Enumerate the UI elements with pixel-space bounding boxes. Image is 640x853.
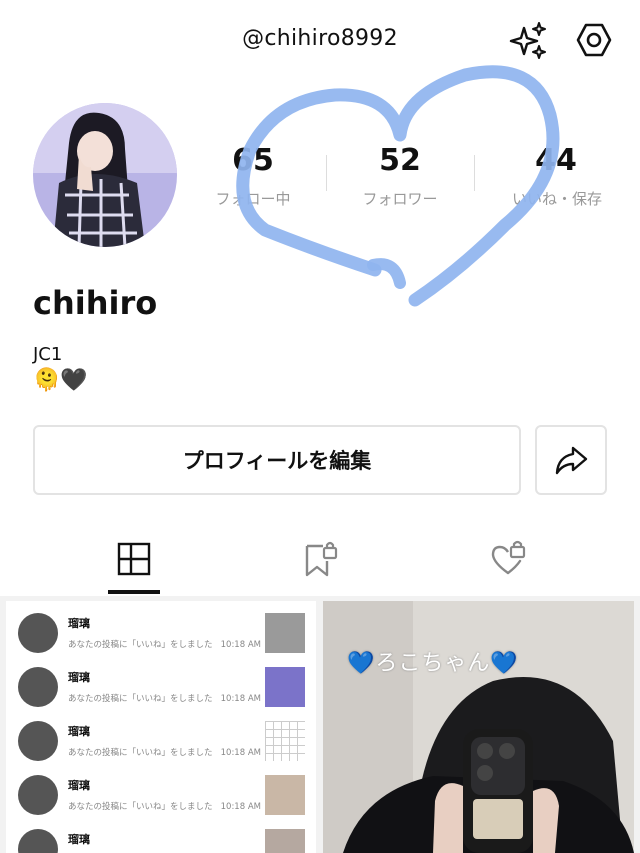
share-arrow-icon bbox=[555, 446, 588, 475]
notification-thumbnail bbox=[265, 613, 305, 653]
notification-name: 瑠璃 bbox=[68, 833, 90, 846]
hexagon-settings-icon[interactable] bbox=[574, 20, 614, 60]
edit-profile-button[interactable]: プロフィールを編集 bbox=[33, 425, 521, 495]
avatar bbox=[18, 775, 58, 815]
notification-name: 瑠璃 bbox=[68, 617, 90, 630]
post-caption: 💙ろこちゃん💙 bbox=[347, 651, 519, 676]
notification-name: 瑠璃 bbox=[68, 671, 90, 684]
notification-item: 瑠璃 あなたの投稿に「いいね」をしました 10:18 AM bbox=[18, 721, 308, 775]
notification-item: 瑠璃 あなたの投稿に「いいね」をしました 10:18 AM bbox=[18, 613, 308, 667]
notification-name: 瑠璃 bbox=[68, 725, 90, 738]
notification-thumbnail bbox=[265, 829, 305, 853]
notification-text: あなたの投稿に「いいね」をしました 10:18 AM bbox=[68, 802, 261, 812]
avatar bbox=[18, 829, 58, 853]
notification-text: あなたの投稿に「いいね」をしました 10:18 AM bbox=[68, 640, 261, 650]
notification-name: 瑠璃 bbox=[68, 779, 90, 792]
post-thumbnail[interactable]: 💙ろこちゃん💙 bbox=[323, 601, 634, 853]
notification-text: あなたの投稿に「いいね」をしました 10:18 AM bbox=[68, 748, 261, 758]
post-photo bbox=[323, 601, 634, 853]
grid-layout-icon[interactable] bbox=[114, 539, 154, 579]
active-tab-indicator bbox=[108, 590, 160, 594]
share-button[interactable] bbox=[535, 425, 607, 495]
notification-item: 瑠璃 bbox=[18, 829, 308, 853]
post-thumbnail[interactable]: 瑠璃 あなたの投稿に「いいね」をしました 10:18 AM 瑠璃 あなたの投稿に… bbox=[6, 601, 316, 853]
profile-avatar[interactable] bbox=[33, 103, 177, 247]
bio-emojis: 🫠🖤 bbox=[33, 368, 88, 393]
notification-thumbnail bbox=[265, 667, 305, 707]
avatar bbox=[18, 721, 58, 761]
avatar bbox=[18, 613, 58, 653]
notification-thumbnail bbox=[265, 721, 305, 761]
bookmark-lock-icon[interactable] bbox=[300, 539, 340, 579]
display-name: chihiro bbox=[33, 284, 158, 322]
notification-thumbnail bbox=[265, 775, 305, 815]
notification-item: 瑠璃 あなたの投稿に「いいね」をしました 10:18 AM bbox=[18, 775, 308, 829]
notification-item: 瑠璃 あなたの投稿に「いいね」をしました 10:18 AM bbox=[18, 667, 308, 721]
bio-text: JC1 bbox=[33, 344, 63, 365]
heart-lock-icon[interactable] bbox=[488, 539, 528, 579]
heart-doodle-sticker bbox=[236, 65, 560, 307]
notification-text: あなたの投稿に「いいね」をしました 10:18 AM bbox=[68, 694, 261, 704]
avatar bbox=[18, 667, 58, 707]
